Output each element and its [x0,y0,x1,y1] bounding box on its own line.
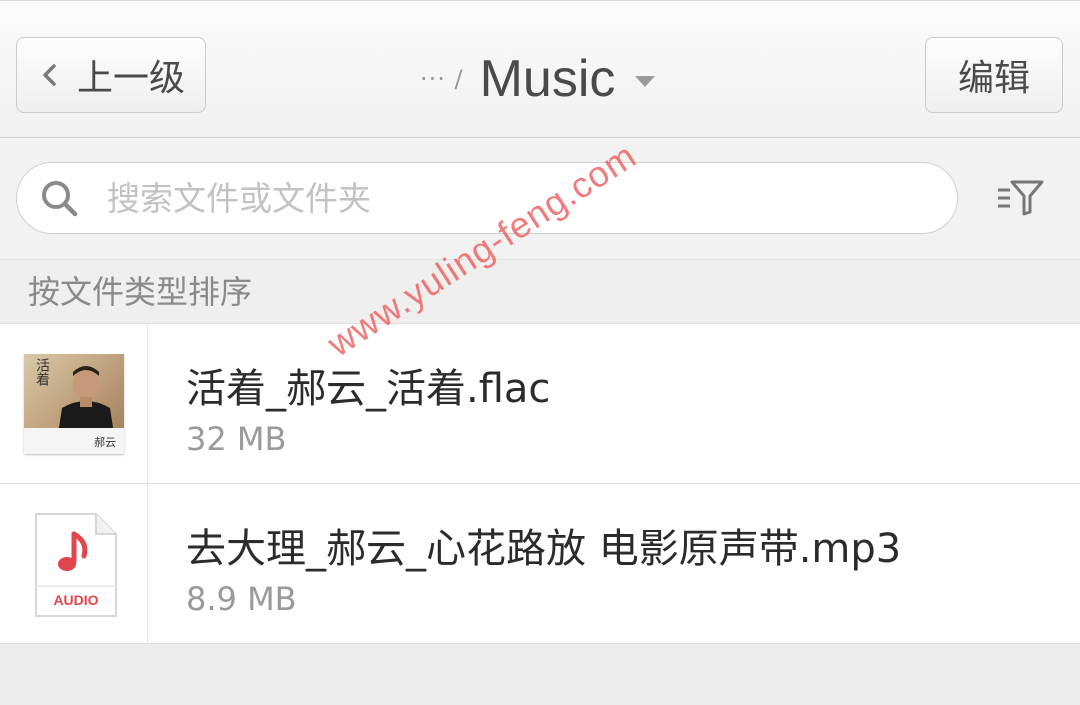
page-title: Music [479,50,616,108]
chevron-left-icon [43,64,56,86]
edit-button[interactable]: 编辑 [925,37,1063,113]
file-row[interactable]: 活着 郝云 活着_郝云_活着.flac 32 MB [0,324,1080,484]
navigation-bar: 上一级 ··· / Music 编辑 [0,0,1080,138]
sort-label: 按文件类型排序 [28,273,253,311]
thumbnail-cell: AUDIO [0,484,148,643]
file-size: 32 MB [186,420,287,458]
caret-down-icon [635,75,656,87]
filter-sort-icon[interactable] [996,176,1044,218]
album-cover-signature: 郝云 [94,436,116,449]
audio-file-icon: AUDIO [35,513,117,617]
album-cover-thumbnail: 活着 郝云 [24,354,124,454]
file-row[interactable]: AUDIO 去大理_郝云_心花路放 电影原声带.mp3 8.9 MB [0,484,1080,644]
album-person-image [58,366,114,434]
thumbnail-cell: 活着 郝云 [0,324,148,483]
breadcrumb-ellipsis: ··· / [420,65,464,93]
search-field[interactable] [16,162,958,234]
back-button-label: 上一级 [77,58,186,99]
folder-title[interactable]: ··· / Music [420,41,656,117]
album-cover-title: 活着 [34,358,50,386]
file-size: 8.9 MB [186,580,297,618]
audio-icon-label: AUDIO [53,592,98,608]
edit-button-label: 编辑 [957,58,1030,99]
search-input[interactable] [105,177,909,219]
search-bar [0,138,1080,260]
sort-header: 按文件类型排序 [0,260,1080,324]
back-button[interactable]: 上一级 [16,37,206,113]
file-name: 活着_郝云_活着.flac [186,366,551,412]
search-icon [42,181,78,217]
file-name: 去大理_郝云_心花路放 电影原声带.mp3 [186,526,902,572]
